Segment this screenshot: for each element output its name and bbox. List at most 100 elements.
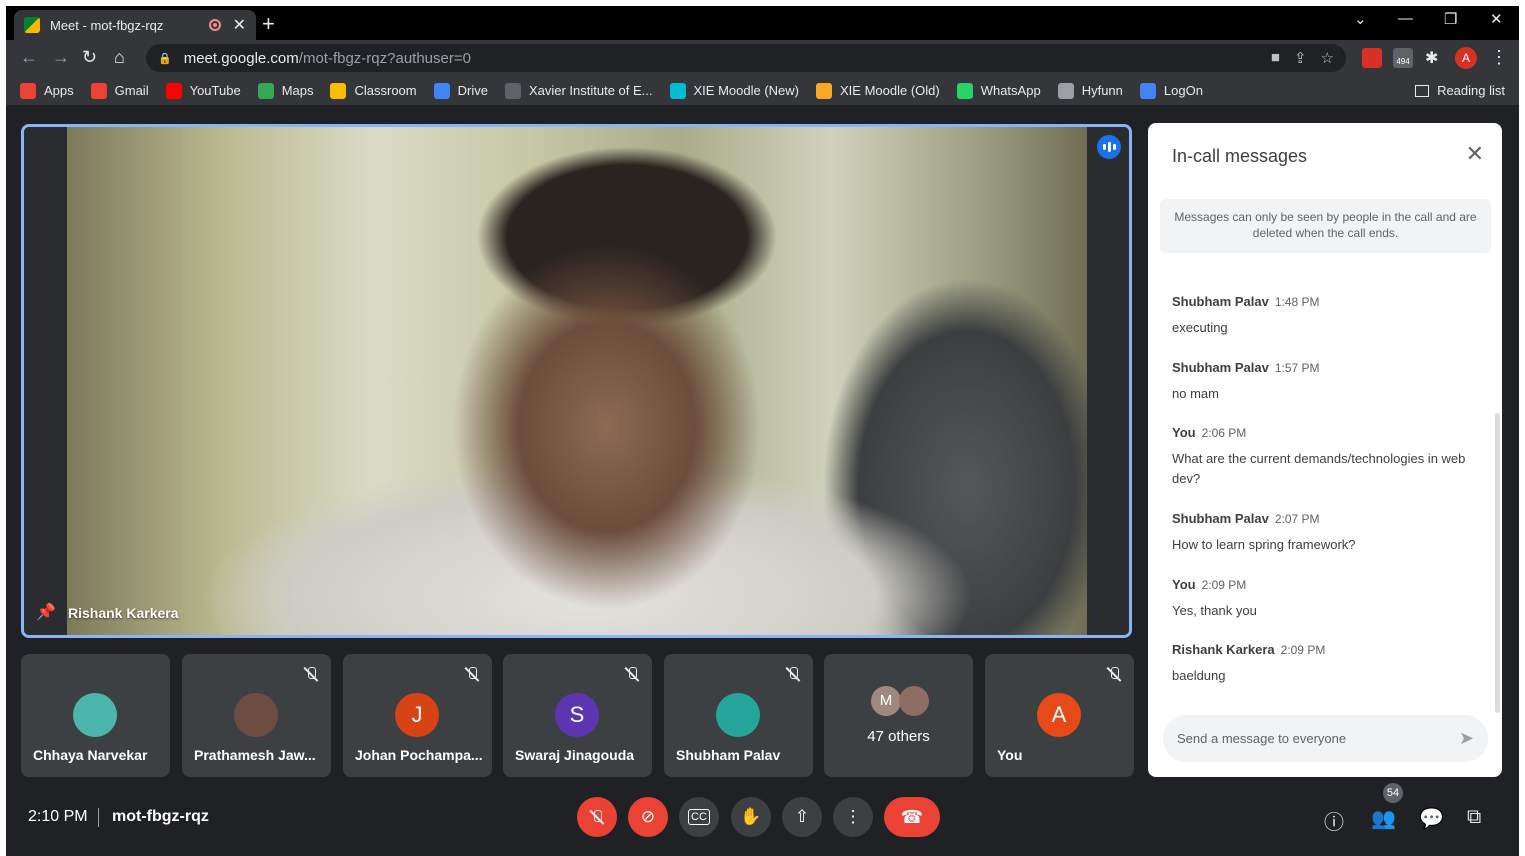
main-video-tile[interactable]: 📌 Rishank Karkera [21, 124, 1132, 638]
bookmark-item[interactable]: Gmail [90, 82, 149, 99]
tab-close-icon[interactable]: ✕ [233, 15, 246, 35]
bookmark-item[interactable]: Xavier Institute of E... [504, 82, 653, 99]
profile-avatar[interactable]: A [1455, 47, 1477, 69]
video-letterbox-left [24, 127, 67, 635]
tab-title: Meet - mot-fbgz-rqz [50, 17, 164, 33]
bookmark-item[interactable]: LogOn [1139, 82, 1203, 99]
bookmark-item[interactable]: Maps [257, 82, 314, 99]
new-tab-button[interactable]: + [262, 11, 275, 37]
recording-icon [208, 19, 221, 31]
bookmark-label: Gmail [114, 83, 149, 98]
panel-close-icon[interactable]: ✕ [1466, 141, 1484, 167]
present-icon: ⇧ [794, 807, 810, 826]
bookmark-icon [816, 82, 832, 99]
others-label: 47 others [867, 728, 930, 745]
chat-message: Shubham Palav 2:07 PM How to learn spring … [1172, 510, 1472, 555]
message-compose: ➤ [1163, 715, 1488, 762]
bookmark-item[interactable]: YouTube [165, 82, 241, 99]
message-time: 2:07 PM [1274, 512, 1320, 526]
message-text: How to learn spring framework? [1172, 537, 1356, 552]
camera-off-button[interactable]: ⊘ [628, 797, 668, 837]
participant-avatar [716, 693, 760, 737]
message-time: 1:48 PM [1274, 295, 1320, 309]
message-time: 2:09 PM [1201, 578, 1247, 592]
participant-tile[interactable]: Shubham Palav [664, 654, 813, 777]
bookmark-item[interactable]: WhatsApp [956, 82, 1041, 99]
chat-message: Shubham Palav 1:57 PM no mam [1172, 359, 1472, 404]
bookmark-icon [90, 82, 107, 99]
speaking-indicator-icon [1097, 135, 1121, 159]
captions-button[interactable]: CC [679, 797, 719, 837]
more-options-button[interactable]: ⋮ [833, 797, 873, 837]
extensions-puzzle-icon[interactable]: ✱ [1425, 48, 1445, 68]
chat-message: You 2:06 PM What are the current demands/t… [1172, 424, 1472, 489]
panel-title: In-call messages [1172, 146, 1308, 166]
bookmark-label: LogOn [1163, 83, 1203, 98]
acrobat-extension-icon[interactable] [1362, 48, 1382, 68]
bookmark-item[interactable]: XIE Moodle (Old) [816, 82, 940, 99]
present-now-button[interactable]: ⇧ [782, 797, 822, 837]
leave-call-button[interactable]: ☎ [884, 797, 940, 837]
activities-icon[interactable]: ⧉ [1467, 806, 1481, 829]
restore-button[interactable]: ❐ [1444, 10, 1457, 28]
send-icon[interactable]: ➤ [1459, 728, 1474, 749]
tab-meet[interactable]: Meet - mot-fbgz-rqz ✕ [14, 10, 256, 40]
bookmark-label: YouTube [189, 83, 241, 98]
participant-tile[interactable]: Chhaya Narvekar [21, 654, 170, 777]
message-sender: Shubham Palav [1172, 294, 1269, 309]
bookmark-icon [1139, 82, 1156, 99]
chat-icon[interactable]: 💬 [1419, 806, 1444, 831]
raise-hand-button[interactable]: ✋ [731, 797, 771, 837]
extension-badge-icon[interactable]: 494 [1393, 48, 1413, 68]
bookmark-item[interactable]: Apps [20, 82, 74, 99]
chat-message: You 2:09 PM Yes, thank you [1172, 576, 1472, 621]
participant-tile[interactable]: A You [985, 654, 1134, 777]
back-button[interactable]: ← [20, 47, 38, 68]
bookmark-item[interactable]: Classroom [330, 82, 417, 99]
bookmark-item[interactable]: XIE Moodle (New) [669, 82, 799, 99]
participant-tile[interactable]: S Swaraj Jinagouda [503, 654, 652, 777]
bookmark-item[interactable]: Hyfunn [1057, 82, 1123, 99]
more-vert-icon: ⋮ [844, 807, 862, 826]
message-sender: Rishank Karkera [1172, 642, 1275, 657]
message-time: 2:09 PM [1280, 643, 1326, 657]
bookmark-icon [433, 82, 450, 99]
captions-icon: CC [688, 809, 710, 825]
camera-in-use-icon[interactable]: ■ [1271, 49, 1280, 67]
mic-muted-icon [624, 666, 640, 682]
message-scrollbar[interactable] [1495, 413, 1500, 713]
chat-message: Shubham Palav 1:48 PM executing [1172, 293, 1472, 338]
bookmark-star-icon[interactable]: ☆ [1321, 49, 1334, 67]
bookmark-label: XIE Moodle (Old) [840, 83, 940, 98]
others-tile[interactable]: M 47 others [824, 654, 973, 777]
meet-stage: 📌 Rishank Karkera Chhaya Narvekar Pratham… [6, 107, 1519, 856]
minimize-button[interactable]: — [1398, 10, 1413, 27]
reading-list-button[interactable]: Reading list [1415, 83, 1505, 98]
tab-search-icon[interactable]: ⌄ [1354, 10, 1367, 28]
bookmark-label: Maps [281, 83, 314, 98]
message-input[interactable] [1177, 727, 1437, 749]
participant-tile[interactable]: Prathamesh Jaw... [182, 654, 331, 777]
home-button[interactable]: ⌂ [114, 47, 125, 68]
menu-kebab-icon[interactable]: ⋮ [1490, 47, 1508, 68]
people-icon[interactable]: 👥 [1371, 806, 1396, 831]
message-text: What are the current demands/technologie… [1172, 451, 1466, 486]
address-bar[interactable]: 🔒 meet.google.com/mot-fbgz-rqz?authuser=… [146, 44, 1346, 72]
microphone-off-button[interactable] [577, 797, 617, 837]
share-icon[interactable]: ⇪ [1294, 49, 1307, 67]
camera-off-icon: ⊘ [640, 807, 656, 826]
reload-button[interactable]: ↻ [82, 47, 97, 68]
meeting-details-icon[interactable]: ⓘ [1324, 806, 1344, 835]
bookmark-icon [956, 82, 973, 99]
bookmark-label: Drive [457, 83, 488, 98]
bookmark-item[interactable]: Drive [433, 82, 488, 99]
participant-name: Chhaya Narvekar [33, 747, 148, 763]
forward-button[interactable]: → [52, 47, 70, 68]
divider [98, 808, 99, 827]
pin-icon[interactable]: 📌 [36, 602, 56, 622]
participant-tile[interactable]: J Johan Pochampa... [343, 654, 492, 777]
video-letterbox-right [1087, 127, 1129, 635]
bookmark-label: Xavier Institute of E... [528, 83, 653, 98]
close-window-button[interactable]: ✕ [1490, 10, 1503, 28]
participant-name: Johan Pochampa... [355, 747, 483, 763]
